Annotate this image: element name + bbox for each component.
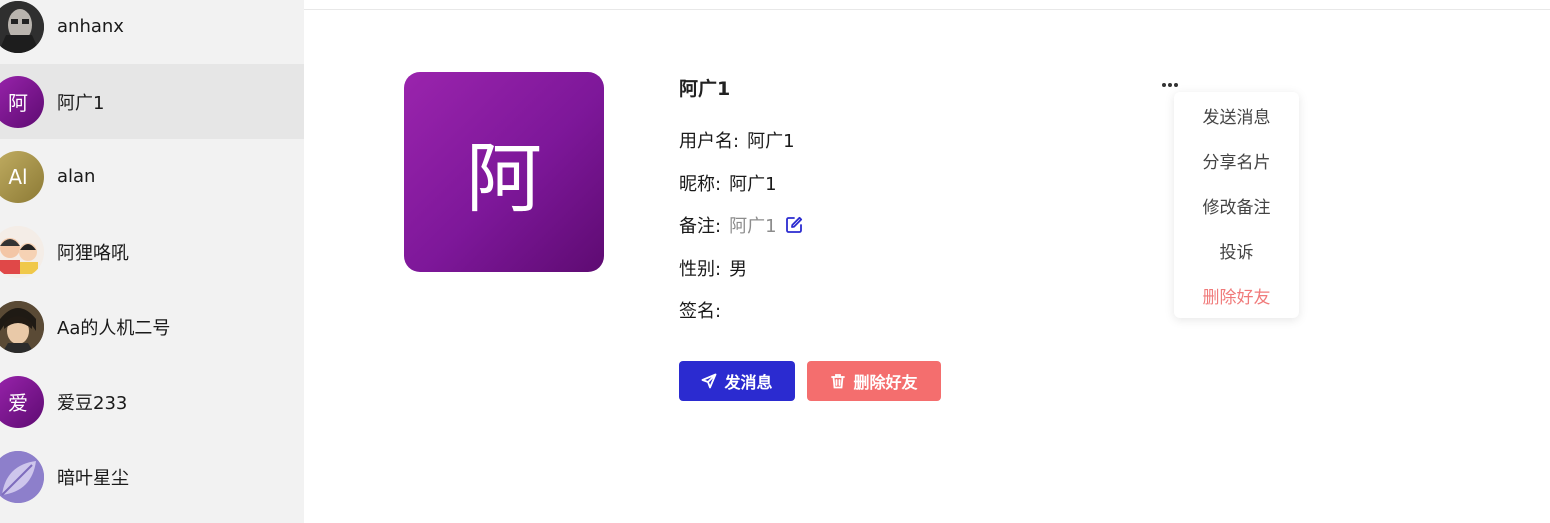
contact-name: alan bbox=[57, 166, 96, 187]
gender-label: 性别: bbox=[679, 259, 722, 280]
menu-item-delete-friend[interactable]: 删除好友 bbox=[1174, 273, 1299, 318]
more-options-menu: 发送消息 分享名片 修改备注 投诉 删除好友 bbox=[1174, 92, 1299, 318]
avatar: Al bbox=[0, 150, 44, 203]
delete-friend-label: 删除好友 bbox=[853, 373, 918, 392]
nickname-label: 昵称: bbox=[679, 174, 722, 195]
photo-avatar-icon bbox=[0, 0, 44, 53]
menu-item-share-card[interactable]: 分享名片 bbox=[1174, 138, 1299, 183]
contact-item-alan[interactable]: Al alan bbox=[0, 139, 304, 214]
avatar-letter: Al bbox=[8, 164, 28, 189]
nickname-value: 阿广1 bbox=[729, 174, 777, 195]
contact-item-a-guang-1[interactable]: 阿 阿广1 bbox=[0, 64, 304, 139]
delete-friend-button[interactable]: 删除好友 bbox=[807, 361, 941, 401]
signature-label: 签名: bbox=[679, 301, 722, 322]
contact-sidebar: anhanx 阿 阿广1 Al alan 阿狸咯吼 Aa的人机二号 爱 爱豆23… bbox=[0, 0, 304, 523]
profile-avatar: 阿 bbox=[404, 72, 604, 272]
username-value: 阿广1 bbox=[747, 131, 795, 152]
contact-item-aa-robot-2[interactable]: Aa的人机二号 bbox=[0, 289, 304, 364]
contact-item-anhanx[interactable]: anhanx bbox=[0, 0, 304, 64]
edit-icon[interactable] bbox=[785, 216, 803, 234]
remark-value: 阿广1 bbox=[729, 216, 777, 237]
gender-row: 性别: 男 bbox=[679, 255, 747, 281]
username-row: 用户名: 阿广1 bbox=[679, 127, 795, 153]
contact-item-aidou-233[interactable]: 爱 爱豆233 bbox=[0, 364, 304, 439]
menu-item-edit-remark[interactable]: 修改备注 bbox=[1174, 183, 1299, 228]
ellipsis-icon bbox=[1162, 83, 1178, 87]
cartoon-avatar-icon bbox=[0, 225, 44, 278]
send-message-label: 发消息 bbox=[724, 373, 773, 392]
remark-label: 备注: bbox=[679, 216, 722, 237]
avatar-letter: 爱 bbox=[8, 391, 28, 415]
trash-icon bbox=[831, 374, 846, 389]
gender-value: 男 bbox=[729, 259, 748, 280]
profile-avatar-letter: 阿 bbox=[466, 134, 542, 223]
nickname-row: 昵称: 阿广1 bbox=[679, 170, 777, 196]
contact-item-a-li[interactable]: 阿狸咯吼 bbox=[0, 214, 304, 289]
contact-name: 阿广1 bbox=[57, 92, 105, 114]
avatar-letter: 阿 bbox=[8, 91, 28, 115]
contact-name: 暗叶星尘 bbox=[57, 467, 129, 489]
anime-avatar-icon bbox=[0, 300, 44, 353]
avatar: 阿 bbox=[0, 75, 44, 128]
contact-name: 阿狸咯吼 bbox=[57, 242, 129, 264]
send-icon bbox=[702, 373, 717, 389]
header-divider bbox=[304, 9, 1550, 10]
menu-item-report[interactable]: 投诉 bbox=[1174, 228, 1299, 273]
avatar: 爱 bbox=[0, 375, 44, 428]
contact-name: anhanx bbox=[57, 16, 124, 37]
username-label: 用户名: bbox=[679, 131, 740, 152]
profile-name: 阿广1 bbox=[679, 78, 731, 100]
signature-row: 签名: bbox=[679, 297, 729, 323]
contact-name: 爱豆233 bbox=[57, 392, 128, 414]
remark-row: 备注: 阿广1 bbox=[679, 212, 803, 238]
contact-item-an-ye-xing-chen[interactable]: 暗叶星尘 bbox=[0, 439, 304, 514]
contact-name: Aa的人机二号 bbox=[57, 317, 171, 339]
send-message-button[interactable]: 发消息 bbox=[679, 361, 795, 401]
menu-item-send-message[interactable]: 发送消息 bbox=[1174, 93, 1299, 138]
leaf-avatar-icon bbox=[0, 450, 44, 503]
